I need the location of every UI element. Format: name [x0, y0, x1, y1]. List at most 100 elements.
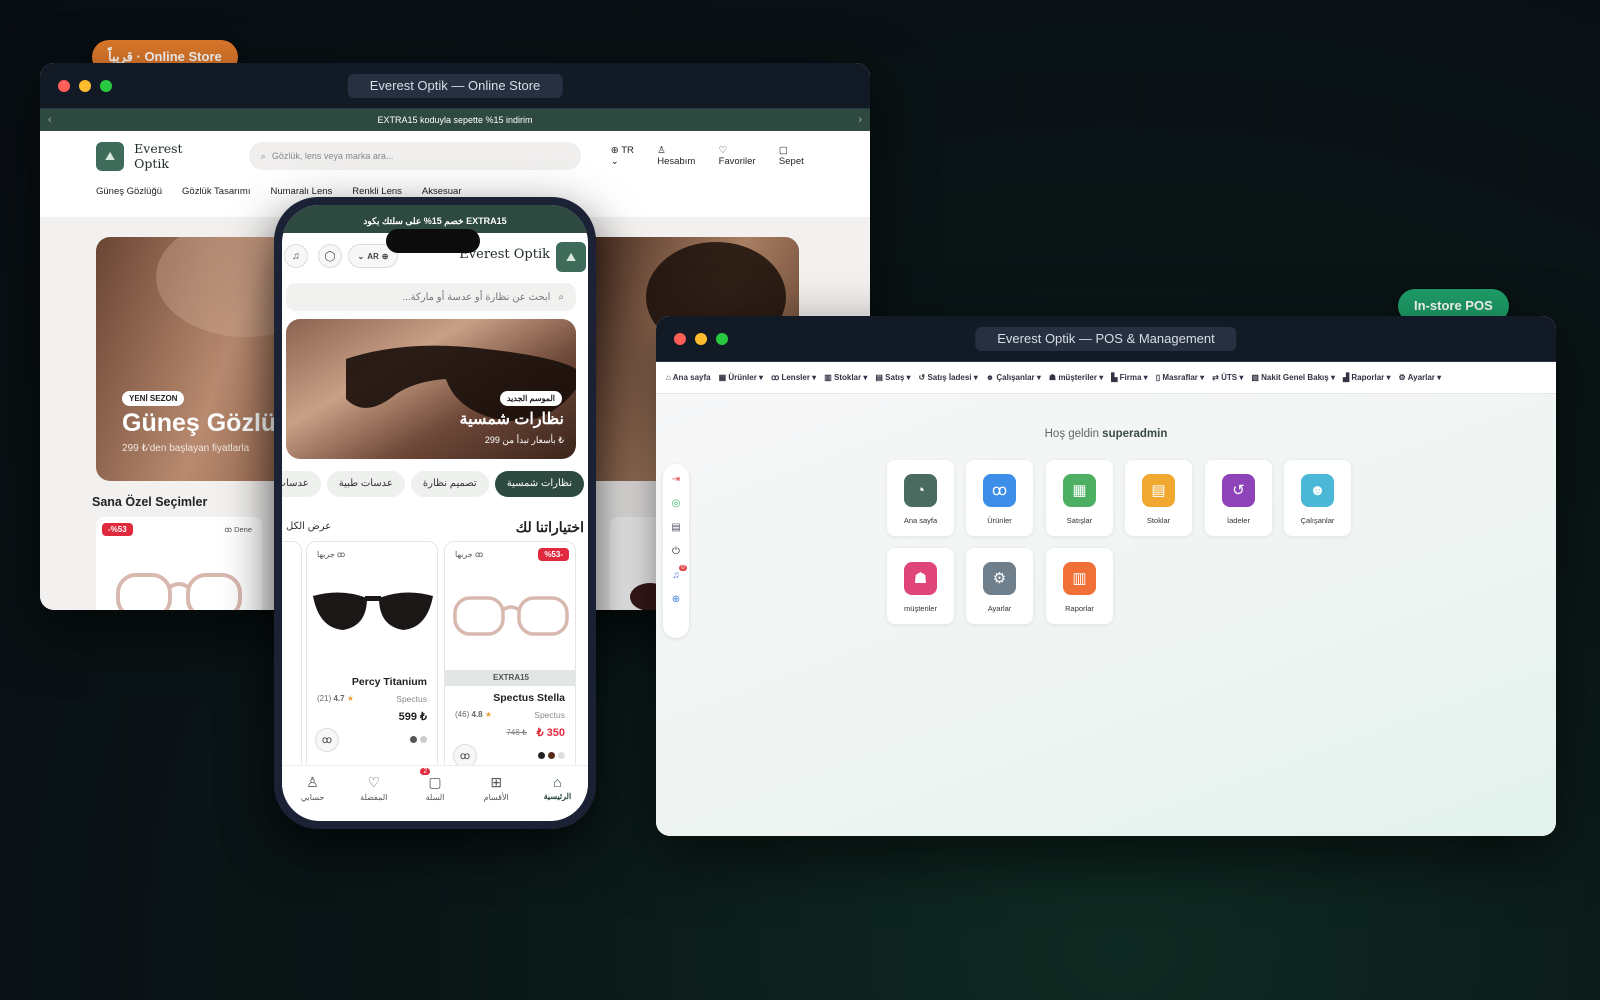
- menu-musteriler[interactable]: ☗ müşteriler ▾: [1049, 373, 1103, 382]
- register-icon[interactable]: ▤: [671, 522, 680, 533]
- tile-satislar[interactable]: ▦ Satışlar: [1046, 460, 1113, 536]
- tab-categories[interactable]: ⊞ الأقسام: [466, 766, 527, 821]
- menu-masraflar[interactable]: ▯ Masraflar ▾: [1156, 373, 1204, 382]
- language-selector[interactable]: ⊕ TR ⌄: [611, 145, 643, 167]
- section-title: اختياراتنا لك: [515, 519, 584, 535]
- try-label: جربها: [317, 550, 335, 559]
- globe-icon[interactable]: ⊕: [672, 594, 680, 605]
- warehouse-icon: ▥: [824, 373, 832, 382]
- hero-title: Güneş Gözlük: [122, 409, 291, 437]
- menu-raporlar[interactable]: ▟ Raporlar ▾: [1343, 373, 1391, 382]
- tile-label: Çalışanlar: [1300, 516, 1335, 525]
- tile-calisanlar[interactable]: ☻ Çalışanlar: [1284, 460, 1351, 536]
- menu-uts[interactable]: ⇄ ÜTS ▾: [1212, 373, 1243, 382]
- category-item[interactable]: Renkli Lens: [352, 186, 402, 197]
- register-icon: ▤: [875, 373, 883, 382]
- tile-ana-sayfa[interactable]: ◔ Ana sayfa: [887, 460, 954, 536]
- promo-text: EXTRA15 koduyla sepette %15 indirim: [377, 115, 533, 125]
- maximize-dot[interactable]: [100, 80, 112, 92]
- tab-home[interactable]: ⌂ الرئيسية: [527, 766, 588, 821]
- minimize-dot[interactable]: [695, 333, 707, 345]
- category-item[interactable]: Güneş Gözlüğü: [96, 186, 162, 197]
- search-input[interactable]: ⌕ Gözlük, lens veya marka ara...: [248, 142, 581, 170]
- menu-urunler[interactable]: ▦ Ürünler ▾: [719, 373, 764, 382]
- category-item[interactable]: Gözlük Tasarımı: [182, 186, 250, 197]
- home-icon: ⌂: [666, 373, 671, 382]
- chip-sunglasses[interactable]: نظارات شمسية: [494, 471, 584, 497]
- user-icon: ♙: [306, 774, 319, 790]
- search-icon: ⌕: [260, 150, 266, 161]
- menu-satis-iadesi[interactable]: ↺ Satış İadesi ▾: [919, 373, 978, 382]
- chat-icon[interactable]: ◯: [318, 244, 342, 268]
- menu-ana-sayfa[interactable]: ⌂ Ana sayfa: [666, 373, 711, 382]
- menu-label: Lensler: [781, 373, 810, 382]
- menu-satis[interactable]: ▤ Satış ▾: [875, 373, 910, 382]
- logo-icon[interactable]: ⛰: [96, 141, 125, 171]
- chip-colored-lens[interactable]: عدسات ملونة: [282, 471, 321, 497]
- menu-label: Ana sayfa: [672, 373, 711, 382]
- account-link[interactable]: ♙ Hesabım: [657, 145, 704, 167]
- chevron-right-icon[interactable]: ›: [858, 109, 862, 131]
- product-brand: Spectus: [534, 710, 565, 720]
- category-item[interactable]: Numaralı Lens: [270, 186, 332, 197]
- menu-ayarlar[interactable]: ⚙ Ayarlar ▾: [1399, 373, 1442, 382]
- product-card[interactable]: -%53 ꝏ Dene: [96, 517, 262, 610]
- menu-calisanlar[interactable]: ☻ Çalışanlar ▾: [986, 373, 1041, 382]
- glasses-icon[interactable]: ꝏ: [315, 728, 339, 752]
- chip-medical-lens[interactable]: عدسات طبية: [326, 471, 405, 497]
- tile-raporlar[interactable]: ▥ Raporlar: [1046, 548, 1113, 624]
- star-icon: ★: [346, 694, 354, 703]
- menu-nakit[interactable]: ▧ Nakit Genel Bakış ▾: [1251, 373, 1335, 382]
- chevron-left-icon[interactable]: ‹: [48, 109, 52, 131]
- product-card[interactable]: جربها ꝏ Percy Titanium Spectus (21) 4.7 …: [306, 541, 438, 773]
- cart-count-badge: 2: [420, 768, 431, 775]
- power-icon[interactable]: ⏻: [672, 546, 680, 557]
- glasses-image: [116, 573, 242, 610]
- tile-musteriler[interactable]: ☗ müşteriler: [887, 548, 954, 624]
- minimize-dot[interactable]: [79, 80, 91, 92]
- menu-lensler[interactable]: ꝏ Lensler ▾: [771, 373, 816, 382]
- tile-iadeler[interactable]: ↺ İadeler: [1205, 460, 1272, 536]
- bell-icon[interactable]: ♫: [284, 244, 308, 268]
- hero-banner[interactable]: الموسم الجديد نظارات شمسية بأسعار تبدأ م…: [286, 319, 576, 459]
- color-swatches[interactable]: [410, 736, 427, 743]
- bell-icon[interactable]: ♫ 0: [672, 565, 687, 581]
- search-input[interactable]: ⌕ ابحث عن نظارة أو عدسة أو ماركة...: [286, 283, 576, 311]
- tab-favorites[interactable]: ♡ المفضلة: [343, 766, 404, 821]
- tile-label: Satışlar: [1066, 516, 1093, 525]
- brand-name[interactable]: Everest Optik: [134, 141, 219, 171]
- phone-screen: خصم 15% على سلتك بكود EXTRA15 ♫ ◯ ⌄ AR ⊕ E…: [282, 205, 588, 821]
- hero-subtitle: 299 ₺'den başlayan fiyatlarla: [122, 443, 250, 454]
- view-all-link[interactable]: عرض الكل: [286, 521, 331, 532]
- favorites-link[interactable]: ♡ Favoriler: [719, 145, 765, 167]
- maximize-dot[interactable]: [716, 333, 728, 345]
- color-swatches[interactable]: [538, 752, 565, 759]
- product-brand: Spectus: [396, 694, 427, 704]
- logo-icon[interactable]: ⛰: [556, 242, 586, 272]
- tab-account[interactable]: ♙ حسابي: [282, 766, 343, 821]
- glasses-icon: ꝏ: [474, 550, 484, 559]
- close-dot[interactable]: [674, 333, 686, 345]
- try-on-button[interactable]: جربها ꝏ: [455, 550, 483, 559]
- tile-urunler[interactable]: ꝏ Ürünler: [966, 460, 1033, 536]
- product-card[interactable]: جربها ꝏ %53- EXTRA15 Spectus Stella Spec…: [444, 541, 576, 773]
- menu-firma[interactable]: ▙ Firma ▾: [1111, 373, 1147, 382]
- chevron-down-icon: ⌄: [357, 251, 365, 261]
- category-item[interactable]: Aksesuar: [422, 186, 462, 197]
- menu-stoklar[interactable]: ▥ Stoklar ▾: [824, 373, 867, 382]
- try-on-button[interactable]: جربها ꝏ: [317, 550, 345, 559]
- cart-link[interactable]: ▢ Sepet: [779, 145, 814, 167]
- gear-icon: ⚙: [1398, 373, 1406, 382]
- whatsapp-icon[interactable]: ◎: [672, 498, 681, 509]
- tab-cart[interactable]: ▢ السلة 2: [404, 766, 465, 821]
- close-dot[interactable]: [58, 80, 70, 92]
- glasses-image: [453, 596, 569, 636]
- product-card-partial[interactable]: [282, 541, 302, 773]
- tile-stoklar[interactable]: ▤ Stoklar: [1125, 460, 1192, 536]
- welcome-text: Hoş geldin superadmin: [656, 428, 1556, 440]
- dynamic-island: [386, 229, 480, 253]
- logout-icon[interactable]: ⇥: [672, 474, 680, 485]
- favorites-label: Favoriler: [718, 156, 756, 167]
- tile-ayarlar[interactable]: ⚙ Ayarlar: [966, 548, 1033, 624]
- chip-frame-design[interactable]: تصميم نظارة: [410, 471, 489, 497]
